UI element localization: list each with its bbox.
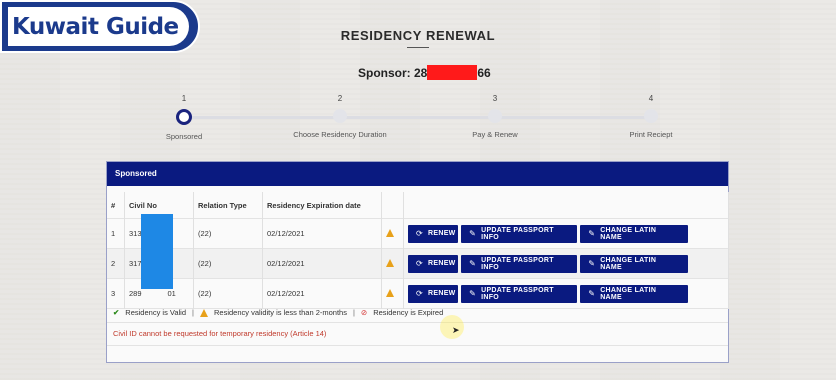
watermark-logo: Kuwait Guide [0,0,200,53]
change-latin-name-button[interactable]: ✎ CHANGE LATIN NAME [580,224,689,243]
redaction-block [141,214,173,289]
mouse-cursor-icon: ➤ [452,325,460,335]
expiration-date: 02/12/2021 [262,248,382,279]
divider [107,322,728,323]
step-print-receipt: 4 Print Reciept [586,94,716,139]
title-divider [407,47,429,48]
step-dot [488,109,502,123]
update-passport-info-button[interactable]: ✎ UPDATE PASSPORT INFO [461,284,578,303]
status-legend: ✔ Residency is Valid | Residency validit… [113,308,443,317]
sponsor-suffix: 66 [477,66,491,80]
relation-type: (22) [193,218,263,249]
divider [107,345,728,346]
step-dot [333,109,347,123]
col-actions [403,192,729,219]
legend-separator: | [352,308,355,317]
actions-cell: ⟳ RENEW ✎ UPDATE PASSPORT INFO ✎ CHANGE LAT… [403,218,729,249]
col-index: # [107,192,125,219]
change-latin-name-button[interactable]: ✎ CHANGE LATIN NAME [580,284,689,303]
legend-expired: Residency is Expired [373,308,444,317]
row-index: 2 [107,248,125,279]
status-cell [381,278,404,309]
table-row: 2 3176 (22) 02/12/2021 ⟳RENEW ✎UPDATE PA… [107,248,729,279]
legend-valid: Residency is Valid [125,308,187,317]
step-pay-renew: 3 Pay & Renew [430,94,560,139]
col-status [381,192,404,219]
status-cell [381,218,404,249]
refresh-icon: ⟳ [416,259,424,268]
renew-button[interactable]: ⟳ RENEW [408,224,458,243]
col-expiration-date: Residency Expiration date [262,192,382,219]
warning-icon [386,228,394,237]
warning-icon [386,258,394,267]
table-header-row: # Civil No Relation Type Residency Expir… [107,192,729,219]
ban-icon: ⊘ [360,308,368,317]
relation-type: (22) [193,248,263,279]
panel-title: Sponsored [107,162,728,186]
step-label: Choose Residency Duration [293,130,387,139]
step-number: 2 [337,94,343,103]
step-label: Pay & Renew [472,130,518,139]
expiration-date: 02/12/2021 [262,218,382,249]
step-number: 1 [181,94,187,103]
legend-less-than-2-months: Residency validity is less than 2-months [213,308,347,317]
status-cell [381,248,404,279]
step-sponsored: 1 Sponsored [119,94,249,141]
sponsor-label: Sponsor: 28 [358,66,428,80]
step-dot [644,109,658,123]
actions-cell: ⟳ RENEW ✎ UPDATE PASSPORT INFO ✎ CHANGE LAT… [403,278,729,309]
edit-icon: ✎ [588,289,596,298]
update-passport-info-button[interactable]: ✎ UPDATE PASSPORT INFO [461,254,578,273]
change-latin-name-button[interactable]: ✎ CHANGE LATIN NAME [580,254,689,273]
refresh-icon: ⟳ [416,289,424,298]
stepper-track [184,116,654,119]
check-icon: ✔ [113,308,120,317]
sponsored-table: # Civil No Relation Type Residency Expir… [107,192,729,309]
step-choose-duration: 2 Choose Residency Duration [275,94,405,139]
sponsor-line: Sponsor: 28 66 [358,65,491,80]
step-label: Sponsored [165,132,203,141]
legend-separator: | [192,308,194,317]
edit-icon: ✎ [588,259,596,268]
edit-icon: ✎ [469,289,477,298]
step-number: 3 [492,94,498,103]
step-dot-active [176,109,192,125]
col-relation-type: Relation Type [193,192,263,219]
relation-type: (22) [193,278,263,309]
actions-cell: ⟳ RENEW ✎ UPDATE PASSPORT INFO ✎ CHANGE LAT… [403,248,729,279]
update-passport-info-button[interactable]: ✎ UPDATE PASSPORT INFO [461,224,578,243]
page-title: RESIDENCY RENEWAL [340,28,496,43]
table-row: 3 289 01 (22) 02/12/2021 ⟳ RENEW ✎ UPDATE P… [107,278,729,309]
refresh-icon: ⟳ [416,229,424,238]
civil-id-note: Civil ID cannot be requested for tempora… [113,329,327,338]
sponsored-panel: Sponsored # Civil No Relation Type Resid… [106,161,729,363]
renew-button[interactable]: ⟳ RENEW [408,254,458,273]
expiration-date: 02/12/2021 [262,278,382,309]
edit-icon: ✎ [469,259,477,268]
redaction-block [427,65,478,80]
table-row: 1 3139 (22) 02/12/2021 ⟳RENEW ✎UPDATE PA… [107,218,729,249]
row-index: 3 [107,278,125,309]
row-index: 1 [107,218,125,249]
step-label: Print Reciept [629,130,673,139]
warning-icon [386,288,394,297]
warning-icon [199,308,208,317]
renew-button[interactable]: ⟳ RENEW [408,284,458,303]
edit-icon: ✎ [588,229,596,238]
step-number: 4 [648,94,654,103]
edit-icon: ✎ [469,229,477,238]
